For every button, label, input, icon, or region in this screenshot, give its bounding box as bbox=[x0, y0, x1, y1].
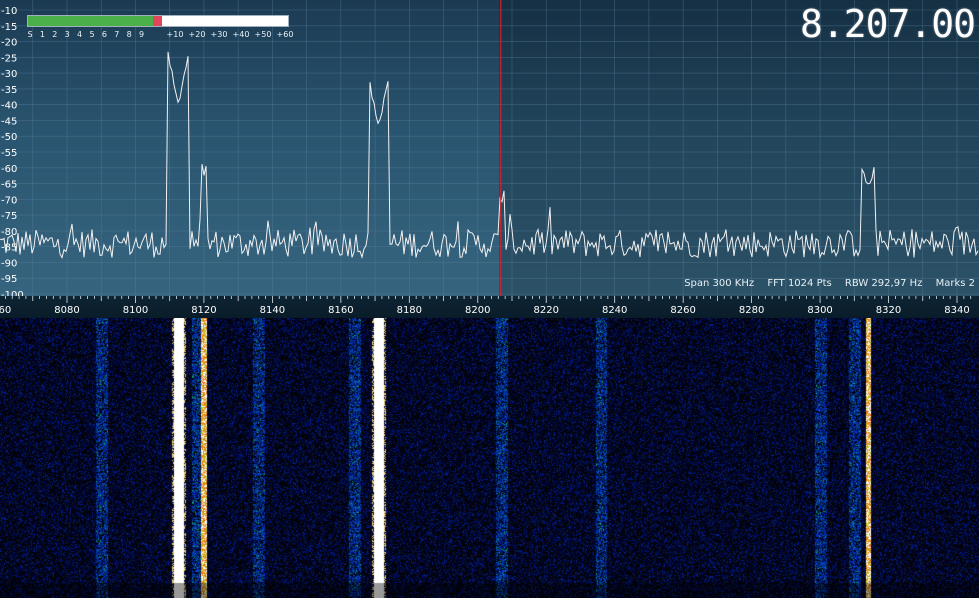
s-meter-label: 5 bbox=[89, 30, 95, 39]
level-axis-label: -10 bbox=[1, 6, 17, 17]
frequency-axis[interactable]: 8060 8080 8100 8120 8140 8160 8180 8200 8220 8240… bbox=[0, 296, 979, 319]
level-axis-label: -20 bbox=[1, 38, 17, 49]
s-meter-label: +40 bbox=[232, 30, 250, 39]
s-meter-label: 6 bbox=[101, 30, 107, 39]
span-value: Span 300 KHz bbox=[684, 278, 755, 289]
level-axis-label: -50 bbox=[1, 132, 17, 143]
level-axis-label: -15 bbox=[1, 22, 17, 33]
s-meter-label: 9 bbox=[139, 30, 145, 39]
s-meter-label: 3 bbox=[64, 30, 70, 39]
level-axis-label: -75 bbox=[1, 211, 17, 222]
s-meter-label: +10 bbox=[166, 30, 184, 39]
s-meter-label: 4 bbox=[77, 30, 83, 39]
level-axis-label: -90 bbox=[1, 258, 17, 269]
frequency-tick-label: 8200 bbox=[465, 305, 490, 316]
frequency-tick-label: 8300 bbox=[807, 305, 832, 316]
spectrum-panel[interactable]: -10 -15 -20 -25 -30 -35 -40 -45 -50 -55 -60 -65 -70 -… bbox=[0, 0, 979, 296]
level-axis-label: -30 bbox=[1, 69, 17, 80]
level-axis-label: -40 bbox=[1, 101, 17, 112]
s-meter-label: +30 bbox=[210, 30, 228, 39]
s-meter-level bbox=[28, 16, 153, 26]
frequency-tick-label: 8220 bbox=[534, 305, 559, 316]
s-meter-label: +20 bbox=[188, 30, 206, 39]
marks-value: Marks 2 bbox=[935, 278, 975, 289]
s-meter-label: 1 bbox=[39, 30, 45, 39]
frequency-tick-label: 8240 bbox=[602, 305, 627, 316]
frequency-display[interactable]: 8.207.00 bbox=[800, 2, 976, 46]
rbw-value: RBW 292,97 Hz bbox=[844, 278, 923, 289]
level-axis-label: -95 bbox=[1, 274, 17, 285]
level-axis-label: -70 bbox=[1, 195, 17, 206]
level-axis-label: -25 bbox=[1, 53, 17, 64]
frequency-tick-label: 8060 bbox=[0, 305, 11, 316]
frequency-tick-label: 8180 bbox=[397, 305, 422, 316]
s-meter-scale: S 1 2 3 4 5 6 7 8 9 +10 +20 +30 +40 +50 +60 bbox=[27, 30, 297, 42]
frequency-tick-label: 8140 bbox=[260, 305, 285, 316]
s-meter-label: 8 bbox=[126, 30, 132, 39]
fft-value: FFT 1024 Pts bbox=[767, 278, 832, 289]
s-meter-label: +60 bbox=[276, 30, 294, 39]
level-axis-label: -45 bbox=[1, 116, 17, 127]
s-meter-peak bbox=[152, 16, 162, 26]
s-meter-bar bbox=[27, 15, 289, 27]
level-axis-label: -80 bbox=[1, 227, 17, 238]
frequency-tick-label: 8280 bbox=[739, 305, 764, 316]
s-meter-label: 7 bbox=[114, 30, 120, 39]
spectrum-status: Span 300 KHz FFT 1024 Pts RBW 292,97 Hz … bbox=[674, 278, 975, 292]
frequency-tick-label: 8260 bbox=[670, 305, 695, 316]
level-axis-label: -65 bbox=[1, 180, 17, 191]
level-axis-label: -55 bbox=[1, 148, 17, 159]
s-meter-label: S bbox=[27, 30, 33, 39]
waterfall-display[interactable] bbox=[0, 318, 979, 598]
level-axis-label: -35 bbox=[1, 85, 17, 96]
frequency-tick-label: 8340 bbox=[944, 305, 969, 316]
frequency-tick-label: 8080 bbox=[54, 305, 79, 316]
s-meter-label: 2 bbox=[52, 30, 58, 39]
s-meter-label: +50 bbox=[254, 30, 272, 39]
frequency-tick-label: 8160 bbox=[328, 305, 353, 316]
level-axis-label: -60 bbox=[1, 164, 17, 175]
frequency-tick-label: 8100 bbox=[123, 305, 148, 316]
frequency-tick-label: 8120 bbox=[191, 305, 216, 316]
frequency-tick-label: 8320 bbox=[876, 305, 901, 316]
